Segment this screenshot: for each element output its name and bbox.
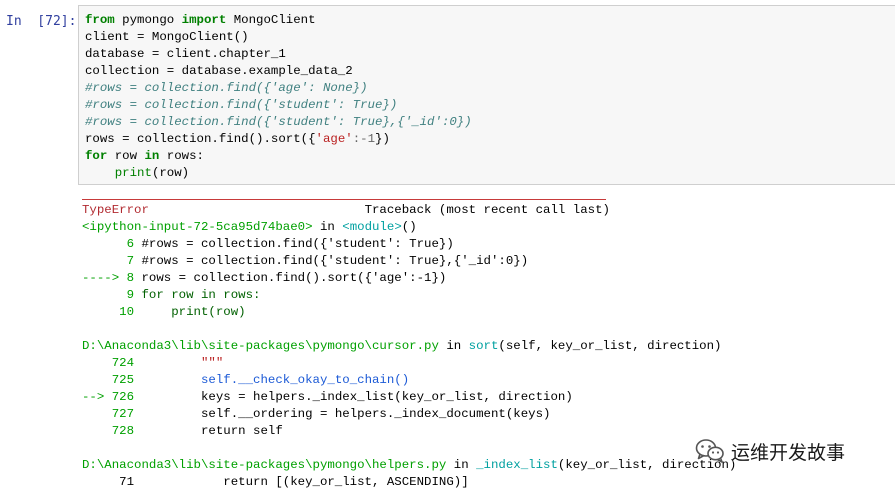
code-line-4: collection = database.example_data_2 bbox=[85, 64, 353, 78]
frame1-line-9: 9 for row in rows: bbox=[82, 288, 261, 302]
code-line-3: database = client.chapter_1 bbox=[85, 47, 286, 61]
traceback-header: Traceback (most recent call last) bbox=[364, 203, 610, 217]
code-line-2: client = MongoClient() bbox=[85, 30, 249, 44]
code-line-9: for row in rows: bbox=[85, 149, 204, 163]
frame1-line-8: ----> 8 rows = collection.find().sort({'… bbox=[82, 271, 447, 285]
frame1-line-6: 6 #rows = collection.find({'student': Tr… bbox=[82, 237, 454, 251]
input-prompt: In [72]: bbox=[6, 14, 77, 29]
frame2-line-724: 724 """ bbox=[82, 356, 224, 370]
frame1-line-7: 7 #rows = collection.find({'student': Tr… bbox=[82, 254, 529, 268]
error-type: TypeError bbox=[82, 203, 149, 217]
code-cell[interactable]: from pymongo import MongoClient client =… bbox=[78, 5, 895, 185]
frame1-line-10: 10 print(row) bbox=[82, 305, 246, 319]
code-line-5: #rows = collection.find({'age': None}) bbox=[85, 81, 368, 95]
code-line-1: from pymongo import MongoClient bbox=[85, 13, 316, 27]
cutoff-line: 71 return [(key_or_list, ASCENDING)] bbox=[82, 475, 469, 489]
frame2-line-726: --> 726 keys = helpers._index_list(key_o… bbox=[82, 390, 573, 404]
code-line-6: #rows = collection.find({'student': True… bbox=[85, 98, 398, 112]
frame2-line-728: 728 return self bbox=[82, 424, 283, 438]
wechat-icon bbox=[695, 439, 724, 463]
frame2-line-727: 727 self.__ordering = helpers._index_doc… bbox=[82, 407, 551, 421]
input-ref-line: <ipython-input-72-5ca95d74bae0> in <modu… bbox=[82, 220, 417, 234]
file2-line: D:\Anaconda3\lib\site-packages\pymongo\c… bbox=[82, 339, 722, 353]
watermark-text: 运维开发故事 bbox=[731, 441, 846, 464]
watermark: 运维开发故事 bbox=[695, 436, 845, 466]
code-line-10: print(row) bbox=[114, 166, 190, 180]
frame2-line-725: 725 self.__check_okay_to_chain() bbox=[82, 373, 410, 387]
code-line-7: #rows = collection.find({'student': True… bbox=[85, 115, 472, 129]
code-editor[interactable]: from pymongo import MongoClient client =… bbox=[85, 12, 472, 182]
traceback-rule bbox=[82, 199, 606, 200]
code-line-8: rows = collection.find().sort({'age':-1}… bbox=[85, 132, 390, 146]
file3-line: D:\Anaconda3\lib\site-packages\pymongo\h… bbox=[82, 458, 737, 472]
